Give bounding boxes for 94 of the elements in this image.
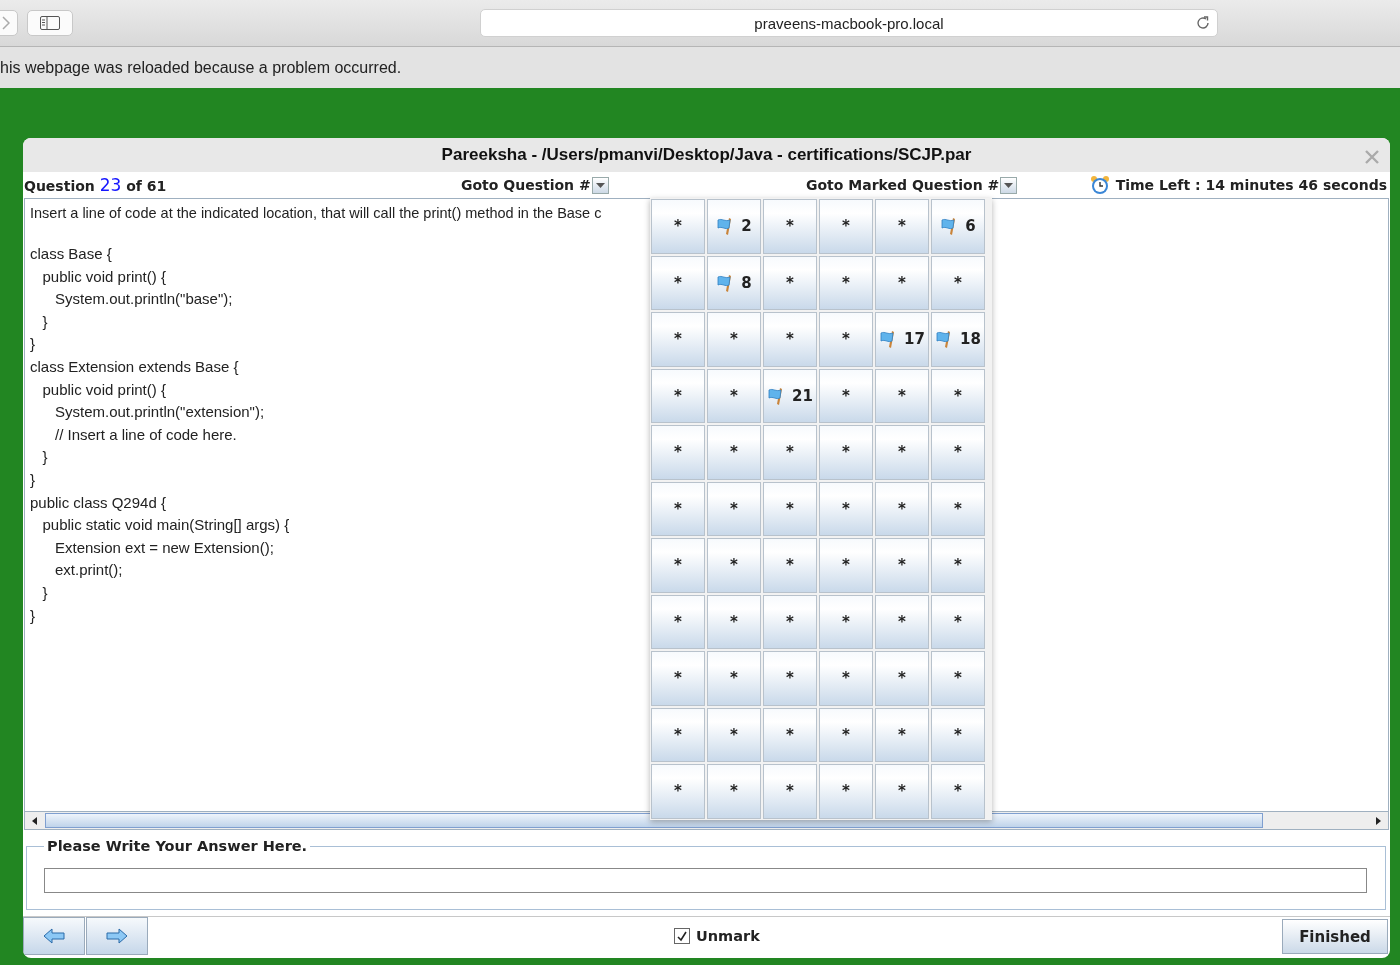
question-cell[interactable]: 2 (707, 199, 761, 254)
answer-field[interactable] (44, 868, 1367, 893)
question-cell[interactable]: * (931, 425, 985, 480)
right-arrow-icon (106, 928, 128, 944)
unmark-label: Unmark (696, 928, 760, 944)
next-button[interactable] (86, 917, 148, 955)
question-cell[interactable]: * (651, 368, 705, 423)
address-bar[interactable]: praveens-macbook-pro.local (480, 9, 1218, 37)
question-cell[interactable]: * (651, 255, 705, 310)
question-cell[interactable]: * (707, 368, 761, 423)
question-cell[interactable]: * (707, 651, 761, 706)
address-text: praveens-macbook-pro.local (754, 14, 944, 32)
question-cell[interactable]: * (763, 707, 817, 762)
unmark-checkbox[interactable] (674, 928, 690, 944)
question-cell[interactable]: * (707, 312, 761, 367)
question-cell[interactable]: * (819, 199, 873, 254)
question-cell[interactable]: * (931, 764, 985, 819)
alarm-clock-icon (1089, 175, 1110, 195)
question-cell[interactable]: * (763, 481, 817, 536)
question-cell[interactable]: * (651, 764, 705, 819)
code-listing: class Base { public void print() { System.out.println("base"); } } class Extension extends Base { public void print() { System.out.println("extension"); // Insert a line of code here. } } public class Q294d { public static void main(String[] args) { Extension ext = new Extension(); ext.print(); } } (30, 244, 290, 626)
question-cell[interactable]: * (763, 312, 817, 367)
question-cell[interactable]: * (931, 707, 985, 762)
question-cell[interactable]: * (931, 368, 985, 423)
question-cell[interactable]: * (763, 425, 817, 480)
question-cell[interactable]: * (875, 764, 929, 819)
question-cell[interactable]: * (707, 425, 761, 480)
question-cell[interactable]: * (707, 707, 761, 762)
reload-icon[interactable] (1195, 15, 1211, 31)
question-text: Insert a line of code at the indicated location, that will call the print() method in the Base c (30, 205, 602, 221)
question-cell[interactable]: * (875, 594, 929, 649)
question-cell[interactable]: * (819, 425, 873, 480)
question-cell[interactable]: * (707, 481, 761, 536)
caret-icon (595, 182, 605, 188)
question-cell[interactable]: * (651, 594, 705, 649)
question-cell[interactable]: 18 (931, 312, 985, 367)
question-cell[interactable]: * (931, 481, 985, 536)
question-cell[interactable]: * (875, 707, 929, 762)
question-cell[interactable]: * (651, 425, 705, 480)
question-cell[interactable]: * (763, 199, 817, 254)
question-cell[interactable]: * (931, 255, 985, 310)
caret-icon (1004, 182, 1014, 188)
question-cell[interactable]: * (819, 255, 873, 310)
question-cell[interactable]: * (651, 707, 705, 762)
question-cell[interactable]: * (931, 594, 985, 649)
question-cell[interactable]: * (819, 707, 873, 762)
question-cell[interactable]: * (875, 425, 929, 480)
question-cell[interactable]: * (819, 538, 873, 593)
window-title: Pareeksha - /Users/pmanvi/Desktop/Java - certifications/SCJP.par (441, 145, 972, 165)
question-counter: Question 23 of 61 (24, 175, 167, 195)
question-cell[interactable]: * (707, 764, 761, 819)
question-cell[interactable]: * (931, 651, 985, 706)
question-cell[interactable]: 8 (707, 255, 761, 310)
question-cell[interactable]: 6 (931, 199, 985, 254)
question-cell[interactable]: * (875, 368, 929, 423)
question-cell[interactable]: * (651, 481, 705, 536)
goto-marked-label: Goto Marked Question # (806, 177, 1000, 193)
question-cell[interactable]: * (819, 594, 873, 649)
question-cell[interactable]: * (819, 651, 873, 706)
chevron-right-icon (2, 16, 10, 30)
question-cell[interactable]: 21 (763, 368, 817, 423)
question-cell[interactable]: * (651, 199, 705, 254)
question-cell[interactable]: * (819, 368, 873, 423)
question-cell[interactable]: * (875, 651, 929, 706)
question-cell[interactable]: * (707, 538, 761, 593)
question-cell[interactable]: * (875, 538, 929, 593)
question-cell[interactable]: * (875, 199, 929, 254)
time-left: Time Left : 14 minutes 46 seconds (1115, 177, 1387, 193)
question-cell[interactable]: * (651, 651, 705, 706)
finished-button[interactable]: Finished (1282, 919, 1388, 954)
goto-marked-dropdown[interactable] (1000, 176, 1018, 194)
question-cell[interactable]: * (875, 481, 929, 536)
answer-legend: Please Write Your Answer Here. (44, 838, 311, 854)
question-cell[interactable]: * (763, 255, 817, 310)
question-cell[interactable]: * (707, 594, 761, 649)
question-cell[interactable]: * (763, 651, 817, 706)
sidebar-icon (40, 16, 60, 30)
goto-question-label: Goto Question # (461, 177, 591, 193)
question-cell[interactable]: * (763, 538, 817, 593)
question-cell[interactable]: * (819, 481, 873, 536)
reload-notice: his webpage was reloaded because a problem occurred. (0, 58, 402, 77)
question-cell[interactable]: * (931, 538, 985, 593)
previous-button[interactable] (23, 917, 85, 955)
sidebar-button[interactable] (27, 10, 73, 36)
question-cell[interactable]: * (763, 764, 817, 819)
question-cell[interactable]: 17 (875, 312, 929, 367)
question-cell[interactable]: * (651, 312, 705, 367)
question-cell[interactable]: * (875, 255, 929, 310)
question-cell[interactable]: * (763, 594, 817, 649)
goto-question-dropdown[interactable] (591, 176, 609, 194)
left-arrow-icon (43, 928, 65, 944)
question-cell[interactable]: * (819, 764, 873, 819)
question-cell[interactable]: * (651, 538, 705, 593)
question-cell[interactable]: * (819, 312, 873, 367)
